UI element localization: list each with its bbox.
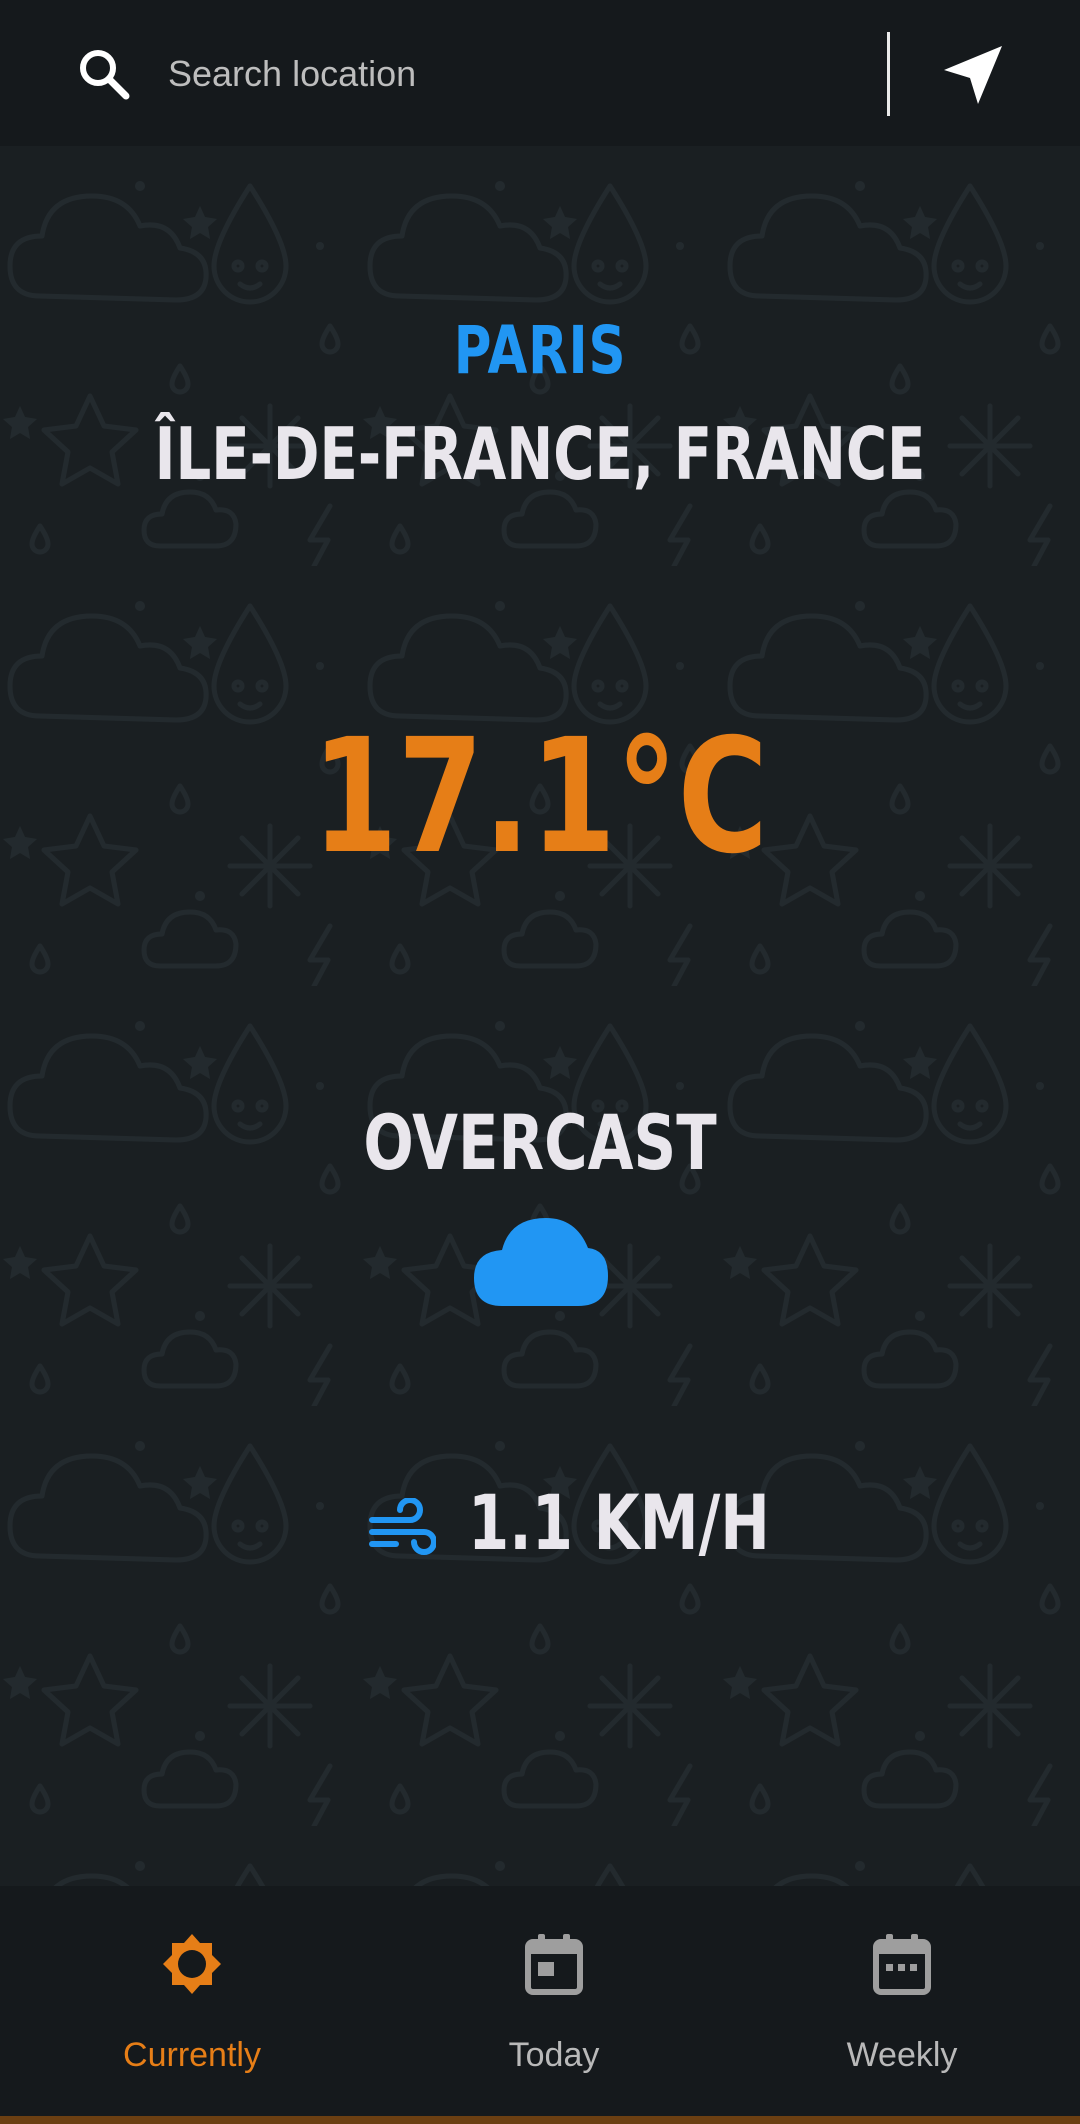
city-name: PARIS (453, 312, 627, 389)
tab-today-label: Today (508, 2036, 600, 2074)
bottom-navigation: Currently Today Weekly (0, 1886, 1080, 2124)
current-weather: PARIS ÎLE-DE-FRANCE, FRANCE 17.1°C OVERC… (0, 0, 1080, 2124)
tab-currently[interactable]: Currently (12, 1886, 372, 2116)
sun-icon (163, 1934, 221, 1994)
weather-app: PARIS ÎLE-DE-FRANCE, FRANCE 17.1°C OVERC… (0, 0, 1080, 2124)
search-bar (0, 0, 1080, 146)
weather-condition: OVERCAST (363, 1098, 717, 1187)
navigation-arrow-icon[interactable] (940, 42, 1006, 108)
search-input[interactable] (168, 40, 848, 108)
tab-today[interactable]: Today (374, 1886, 734, 2116)
tab-currently-label: Currently (123, 2036, 261, 2074)
search-divider (887, 32, 890, 116)
calendar-week-icon (873, 1934, 931, 1995)
wind-speed: 1.1 KM/H (468, 1478, 770, 1567)
wind-row: 1.1 KM/H (0, 1478, 1080, 1578)
nav-bottom-accent (0, 2116, 1080, 2124)
wind-icon (369, 1498, 436, 1555)
region-name: ÎLE-DE-FRANCE, FRANCE (154, 412, 926, 496)
cloud-icon (474, 1218, 608, 1306)
temperature: 17.1°C (311, 705, 769, 889)
tab-weekly[interactable]: Weekly (722, 1886, 1080, 2116)
calendar-day-icon (525, 1934, 583, 1995)
search-icon[interactable] (76, 46, 132, 102)
tab-weekly-label: Weekly (846, 2036, 958, 2074)
